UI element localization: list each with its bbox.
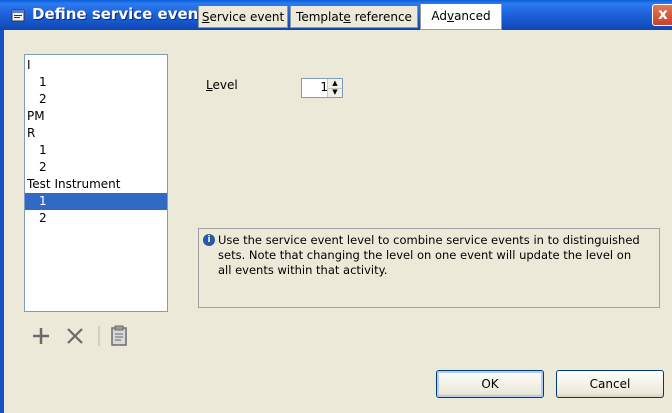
level-label-rest: evel (212, 78, 238, 92)
list-item[interactable]: 1 (25, 193, 167, 210)
tab-service-event[interactable]: Service event (198, 6, 288, 28)
tab-advanced[interactable]: Advanced (420, 4, 502, 30)
list-item[interactable]: 2 (25, 210, 167, 227)
level-value[interactable]: 1 (306, 80, 328, 94)
level-spinner[interactable]: 1 ▲ ▼ (301, 78, 343, 98)
tab-label-post: anced (454, 9, 491, 23)
tab-label-accel: e (343, 10, 351, 24)
spinner-buttons: ▲ ▼ (327, 79, 342, 97)
toolbar-separator (98, 326, 100, 346)
dialog-icon (11, 9, 25, 22)
list-item[interactable]: 1 (25, 142, 167, 159)
list-item[interactable]: R (25, 125, 167, 142)
window-title: Define service events (32, 5, 215, 23)
cancel-button[interactable]: Cancel (556, 370, 664, 398)
info-icon: i (203, 234, 215, 246)
info-panel: i Use the service event level to combine… (198, 228, 660, 308)
spin-down-icon[interactable]: ▼ (328, 88, 342, 97)
list-item[interactable]: I (25, 57, 167, 74)
info-text: Use the service event level to combine s… (218, 233, 640, 277)
document-icon[interactable] (106, 322, 132, 350)
list-item[interactable]: 2 (25, 159, 167, 176)
plus-icon[interactable] (28, 322, 54, 350)
define-service-events-dialog: Define service events x I 1 2 PM R 1 2 Test Ins… (0, 0, 672, 413)
ok-button[interactable]: OK (436, 370, 544, 398)
list-item[interactable]: 2 (25, 91, 167, 108)
tab-label-post: reference (350, 10, 412, 24)
list-item[interactable]: PM (25, 108, 167, 125)
tab-template-reference[interactable]: Template reference (290, 6, 418, 28)
level-label: Level (206, 78, 238, 92)
close-button[interactable]: x (652, 4, 672, 26)
tab-label-accel: v (446, 9, 455, 23)
list-item[interactable]: 1 (25, 74, 167, 91)
tab-label-pre: Ad (431, 9, 447, 23)
x-icon[interactable] (62, 322, 88, 350)
tab-label-post: ervice event (209, 10, 285, 24)
close-icon: x (658, 5, 668, 23)
service-event-list[interactable]: I 1 2 PM R 1 2 Test Instrument 1 2 (24, 54, 168, 312)
tab-label-pre: Templat (296, 10, 344, 24)
list-item[interactable]: Test Instrument (25, 176, 167, 193)
